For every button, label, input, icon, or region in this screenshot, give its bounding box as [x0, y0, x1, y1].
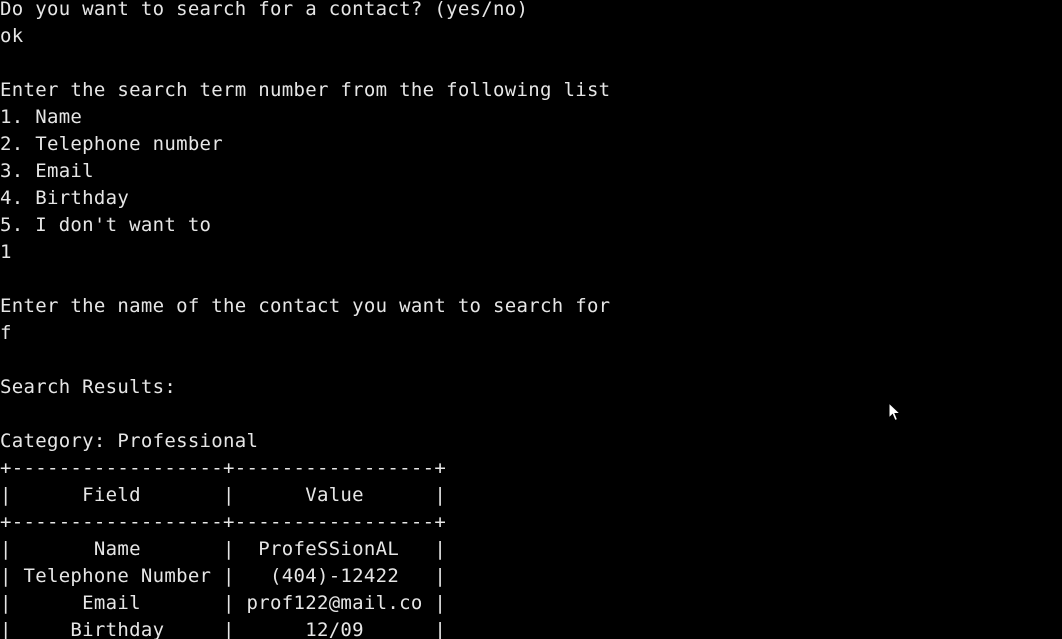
menu-option-birthday: 4. Birthday — [0, 187, 130, 209]
table-header-row: | Field | Value | — [0, 484, 447, 506]
table-row-birthday: | Birthday | 12/09 | — [0, 619, 447, 639]
user-input-answer: ok — [0, 25, 24, 47]
table-row-email: | Email | prof122@mail.co | — [0, 592, 447, 614]
menu-option-email: 3. Email — [0, 160, 94, 182]
menu-option-telephone: 2. Telephone number — [0, 133, 224, 155]
table-row-name: | Name | ProfeSSionAL | — [0, 538, 447, 560]
category-label: Category: Professional — [0, 430, 259, 452]
table-border-top: +------------------+-----------------+ — [0, 457, 447, 479]
menu-option-name: 1. Name — [0, 106, 83, 128]
table-border-header: +------------------+-----------------+ — [0, 511, 447, 533]
table-row-telephone: | Telephone Number | (404)-12422 | — [0, 565, 447, 587]
terminal-window[interactable]: Do you want to search for a contact? (ye… — [0, 0, 1062, 639]
prompt-contact-name: Enter the name of the contact you want t… — [0, 295, 611, 317]
terminal-output: Do you want to search for a contact? (ye… — [0, 0, 610, 639]
prompt-search-contact: Do you want to search for a contact? (ye… — [0, 0, 529, 20]
mouse-pointer-icon — [888, 402, 902, 422]
search-results-heading: Search Results: — [0, 376, 177, 398]
user-input-name: f — [0, 322, 12, 344]
user-input-choice: 1 — [0, 241, 12, 263]
menu-option-cancel: 5. I don't want to — [0, 214, 212, 236]
prompt-search-term: Enter the search term number from the fo… — [0, 79, 611, 101]
